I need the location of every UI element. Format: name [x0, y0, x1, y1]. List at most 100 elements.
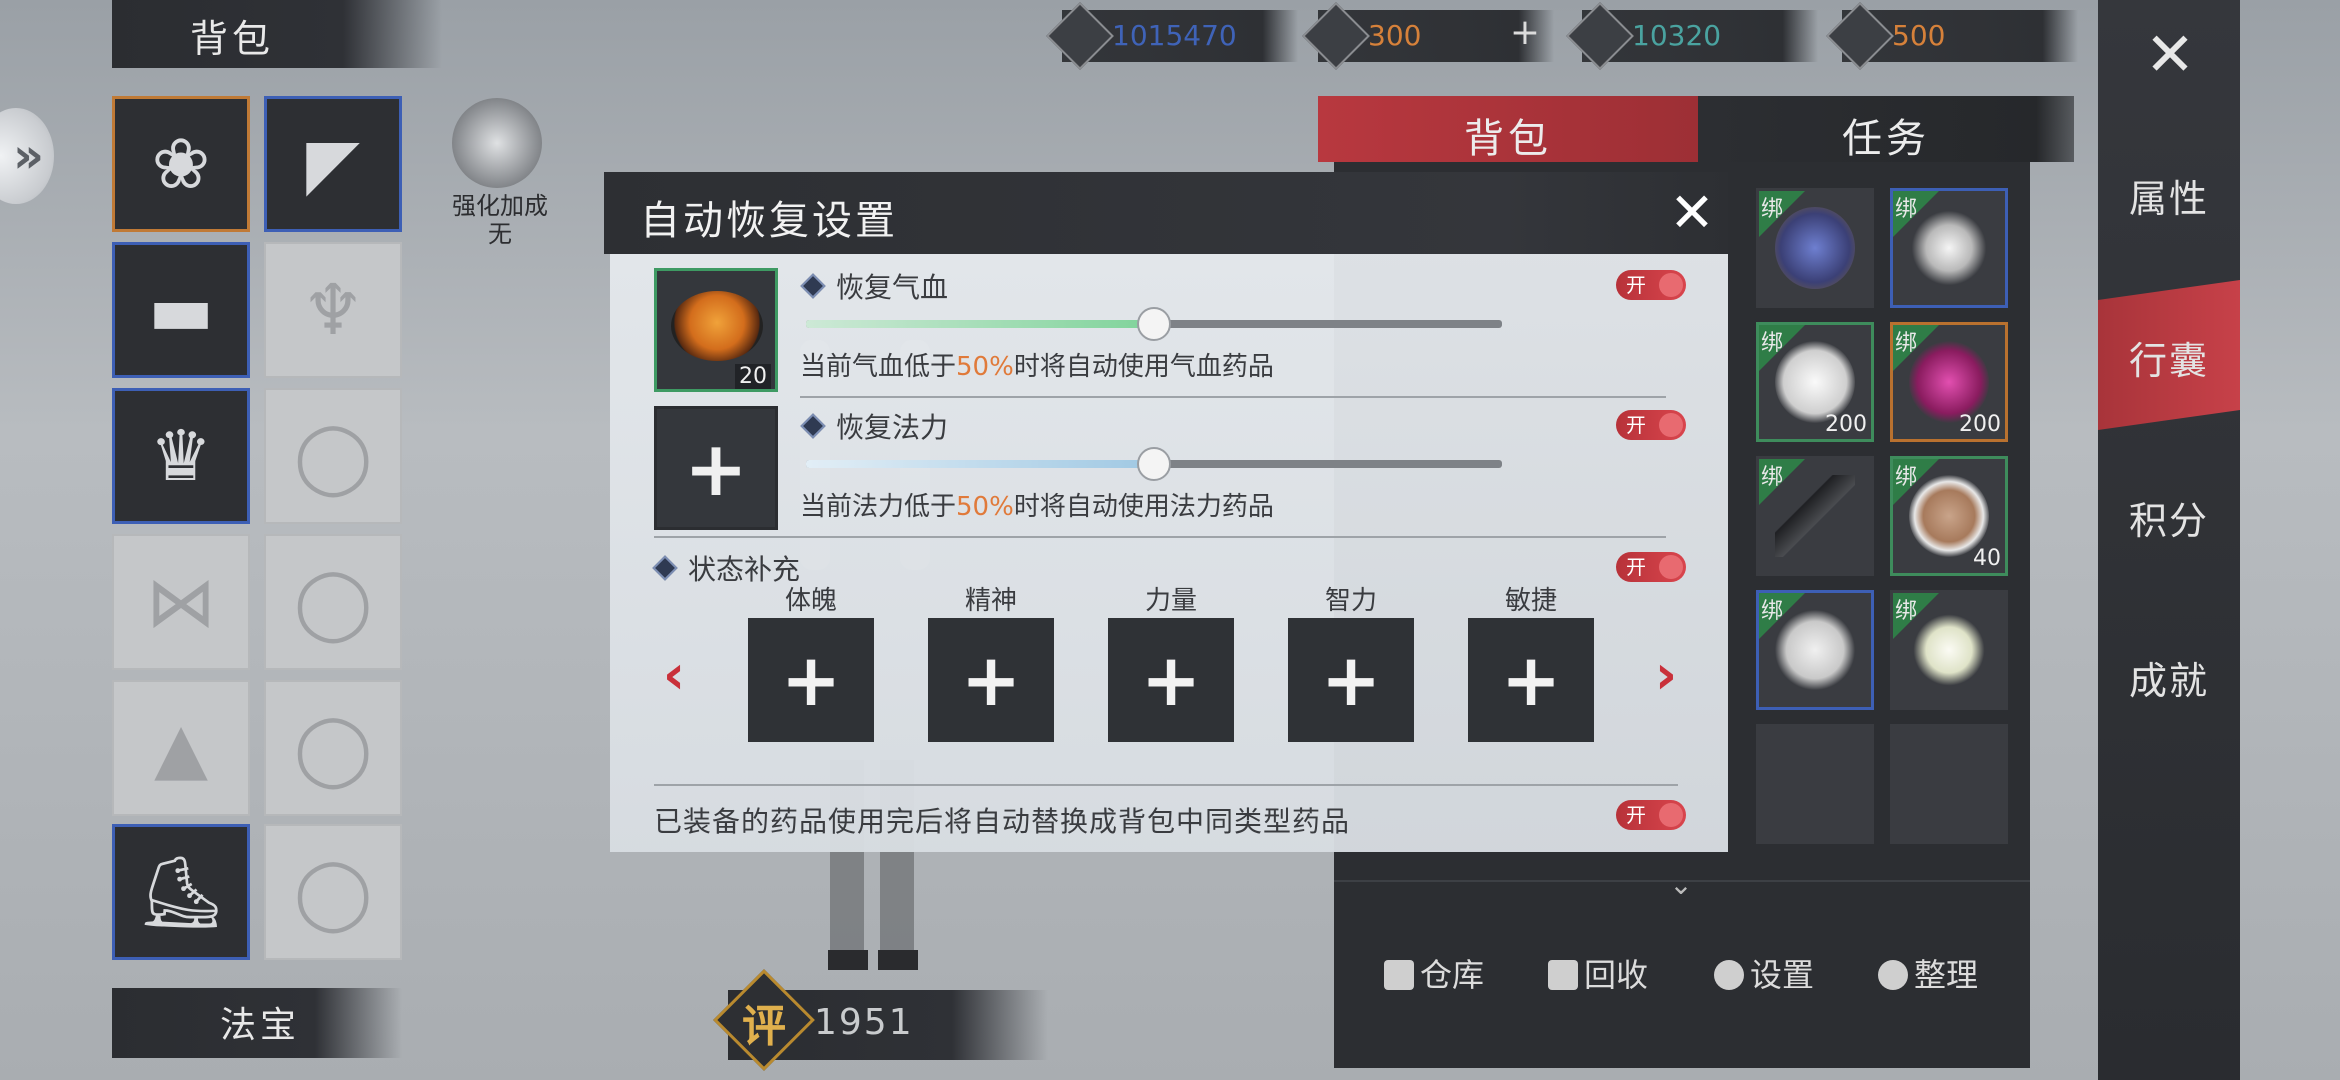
hp-desc-value: 50%	[956, 352, 1014, 382]
inventory-cell[interactable]: 绑 200	[1890, 322, 2008, 442]
enhance-value: 无	[488, 220, 512, 248]
inventory-cell[interactable]: 绑	[1756, 188, 1874, 308]
hp-potion-slot[interactable]: 20	[654, 268, 778, 392]
inventory-cell[interactable]: 绑	[1890, 188, 2008, 308]
enhance-label: 强化加成	[452, 192, 548, 220]
nav-item-achievements[interactable]: 成就	[2098, 650, 2240, 705]
equip-slot-ring-2[interactable]: ◯	[264, 534, 402, 670]
bind-tag-label: 绑	[1895, 465, 1918, 490]
coin-icon	[1046, 2, 1114, 70]
settings-button[interactable]: 设置	[1714, 950, 1814, 996]
divider	[654, 536, 1666, 538]
mp-slider[interactable]	[806, 447, 1502, 481]
stat-slot-liliang[interactable]: +	[1108, 618, 1234, 742]
hp-toggle[interactable]: 开	[1616, 270, 1686, 300]
inventory-cell[interactable]: 绑 40	[1890, 456, 2008, 576]
equip-slot-boots[interactable]: ⛸	[112, 824, 250, 960]
inventory-cell[interactable]: 绑	[1890, 590, 2008, 710]
pendant-icon: ❀	[151, 123, 211, 205]
tab-task-label: 任务	[1842, 116, 1930, 162]
score-value: 1951	[814, 1002, 914, 1043]
currency-value: 500	[1892, 19, 1946, 52]
stat-slot-minjie[interactable]: +	[1468, 618, 1594, 742]
hp-desc-post: 时将自动使用气血药品	[1013, 352, 1274, 382]
auto-replace-toggle[interactable]: 开	[1616, 800, 1686, 830]
currency-gold: 500	[1826, 2, 2078, 70]
item-count: 40	[1973, 546, 2001, 571]
nav-item-bag[interactable]: 行囊	[2098, 330, 2240, 385]
chevron-down-icon[interactable]: ⌄	[1666, 868, 1696, 901]
fabao-tab[interactable]: 法宝	[112, 988, 402, 1058]
belt-icon: ⋈	[146, 561, 216, 643]
inventory-cell[interactable]: 绑 200	[1756, 322, 1874, 442]
ring-icon: ◯	[293, 561, 373, 643]
inventory-cell[interactable]	[1890, 724, 2008, 844]
amulet-icon: ♆	[301, 269, 365, 351]
add-icon: +	[1500, 638, 1562, 722]
hp-section-label: 恢复气血	[800, 266, 948, 306]
bracelet-icon: ◯	[293, 851, 373, 933]
add-icon: +	[1320, 638, 1382, 722]
warehouse-button[interactable]: 仓库	[1384, 950, 1484, 996]
purple-potion-icon	[1909, 341, 1989, 423]
bind-tag-label: 绑	[1761, 331, 1784, 356]
hp-slider-knob[interactable]	[1137, 307, 1171, 341]
fish-icon	[1775, 475, 1855, 557]
stat-label-liliang: 力量	[1144, 586, 1197, 616]
expand-arrow-icon[interactable]: »	[0, 108, 54, 204]
equip-slot-weapon[interactable]: ◤	[264, 96, 402, 232]
left-panel-header: 背包	[112, 0, 442, 68]
stat-label-minjie: 敏捷	[1504, 586, 1557, 616]
equip-slot-robe[interactable]: ♛	[112, 388, 250, 524]
mp-desc-value: 50%	[956, 492, 1014, 522]
ticket-icon	[1302, 2, 1370, 70]
stat-slot-zhili[interactable]: +	[1288, 618, 1414, 742]
sort-button[interactable]: 整理	[1878, 950, 1978, 996]
sort-label: 整理	[1914, 956, 1979, 994]
stat-slot-jingshen[interactable]: +	[928, 618, 1054, 742]
add-icon: +	[1140, 638, 1202, 722]
equip-slot-necklace[interactable]: ❀	[112, 96, 250, 232]
equip-slot-headband[interactable]: ▬	[112, 242, 250, 378]
recycle-button[interactable]: 回收	[1548, 950, 1648, 996]
hp-slider[interactable]	[806, 307, 1502, 341]
mp-potion-slot[interactable]: +	[654, 406, 778, 530]
equip-slot-bracelet-2[interactable]: ◯	[264, 824, 402, 960]
fabao-label: 法宝	[220, 1005, 301, 1046]
enhance-icon[interactable]	[452, 98, 542, 188]
diamond-icon	[800, 273, 826, 299]
tab-bag[interactable]: 背包	[1318, 96, 1698, 162]
mp-toggle[interactable]: 开	[1616, 410, 1686, 440]
nav-item-points[interactable]: 积分	[2098, 490, 2240, 545]
chevron-left-icon[interactable]: ‹	[654, 643, 694, 706]
close-icon[interactable]: ✕	[2138, 20, 2202, 90]
equip-slot-skirt[interactable]: ▲	[112, 680, 250, 816]
currency-ticket: 300 +	[1302, 2, 1554, 70]
item-count: 200	[1959, 412, 2001, 437]
warehouse-icon	[1384, 960, 1414, 990]
robe-icon: ♛	[149, 415, 213, 497]
tab-task[interactable]: 任务	[1698, 96, 2074, 162]
equip-slot-belt[interactable]: ⋈	[112, 534, 250, 670]
add-icon: +	[684, 423, 748, 513]
gear-icon	[1714, 960, 1744, 990]
fan-weapon-icon: ◤	[306, 123, 360, 205]
inventory-cell[interactable]	[1756, 724, 1874, 844]
modal-close-icon[interactable]: ✕	[1662, 181, 1722, 244]
inventory-cell[interactable]: 绑	[1756, 456, 1874, 576]
pendant-icon	[1909, 207, 1989, 289]
equip-slot-amulet[interactable]: ♆	[264, 242, 402, 378]
stat-slot-tipo[interactable]: +	[748, 618, 874, 742]
equip-slot-bracelet-1[interactable]: ◯	[264, 680, 402, 816]
inventory-cell[interactable]: 绑	[1756, 590, 1874, 710]
nav-item-attributes[interactable]: 属性	[2098, 168, 2240, 223]
trash-icon	[1548, 960, 1578, 990]
chevron-right-icon[interactable]: ›	[1646, 643, 1686, 706]
equip-slot-ring-1[interactable]: ◯	[264, 388, 402, 524]
enhance-bonus-text: 强化加成 无	[430, 192, 570, 248]
currency-coin: 1015470	[1046, 2, 1298, 70]
add-currency-button[interactable]: +	[1510, 12, 1540, 53]
buff-toggle[interactable]: 开	[1616, 552, 1686, 582]
mp-slider-fill	[806, 460, 1154, 468]
mp-slider-knob[interactable]	[1137, 447, 1171, 481]
